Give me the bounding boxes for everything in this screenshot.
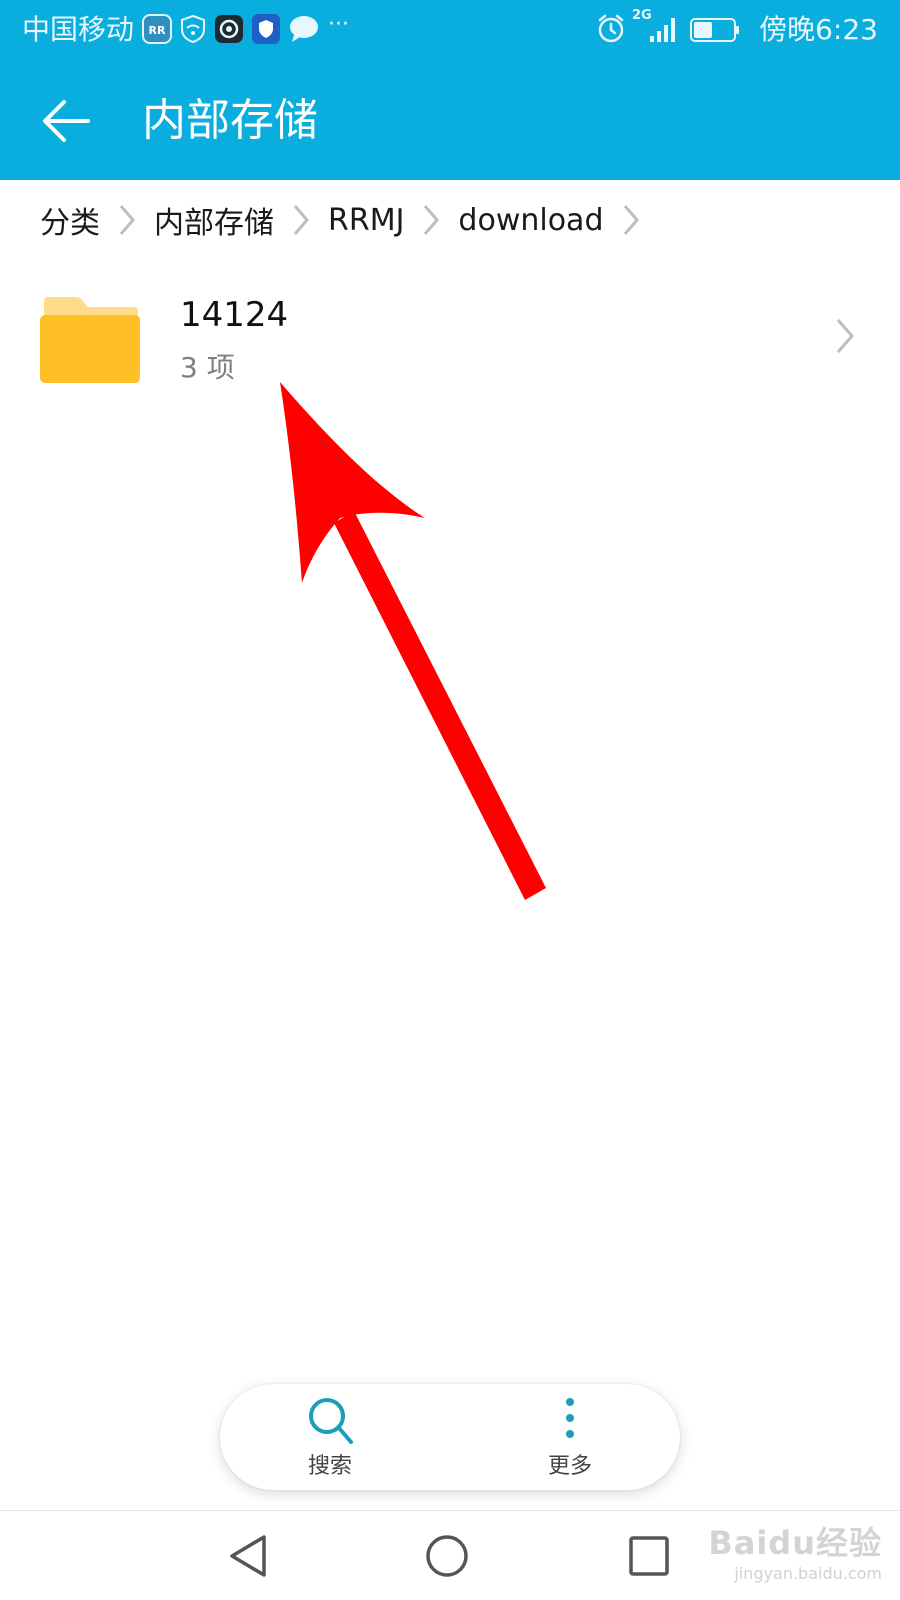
chat-bubble-icon xyxy=(288,14,320,48)
breadcrumb-item-rrmj[interactable]: RRMJ xyxy=(328,203,404,238)
watermark-logo: Baidu经验 xyxy=(708,1524,882,1562)
camera-app-icon xyxy=(214,14,244,48)
more-dots-icon: ··· xyxy=(328,12,349,37)
shield-icon xyxy=(252,14,280,48)
app-bar: 内部存储 xyxy=(0,62,900,180)
breadcrumb: 分类 内部存储 RRMJ download xyxy=(0,180,900,260)
breadcrumb-item-download[interactable]: download xyxy=(458,203,603,238)
signal-icon xyxy=(648,14,678,48)
search-icon xyxy=(303,1392,357,1448)
rr-app-icon: RR xyxy=(142,14,172,48)
wifi-shield-icon xyxy=(180,14,206,48)
breadcrumb-item-category[interactable]: 分类 xyxy=(40,198,100,242)
nav-home-icon[interactable] xyxy=(422,1531,472,1581)
chevron-right-icon xyxy=(278,200,324,240)
folder-item-count: 3 项 xyxy=(180,351,235,384)
status-bar: 中国移动 RR ··· 2G 傍晚6:23 xyxy=(0,0,900,62)
baidu-watermark: Baidu经验 jingyan.baidu.com xyxy=(708,1518,882,1583)
more-vertical-icon xyxy=(543,1392,597,1448)
page-title: 内部存储 xyxy=(142,95,318,146)
status-time: 傍晚6:23 xyxy=(759,13,878,46)
list-item[interactable]: 14124 3 项 xyxy=(0,270,900,400)
file-manager-screen: 中国移动 RR ··· 2G 傍晚6:23 内部存储 分类 内部存储 RRMJ … xyxy=(0,0,900,1600)
chevron-right-icon xyxy=(830,316,860,356)
chevron-right-icon xyxy=(104,200,150,240)
svg-text:RR: RR xyxy=(149,24,166,37)
watermark-url: jingyan.baidu.com xyxy=(734,1564,882,1583)
bottom-toolbar: 搜索 更多 xyxy=(220,1384,680,1490)
search-label: 搜索 xyxy=(307,1454,352,1479)
battery-icon xyxy=(690,18,740,46)
folder-icon xyxy=(40,297,140,383)
chevron-right-icon xyxy=(608,200,654,240)
carrier-label: 中国移动 xyxy=(22,13,135,46)
more-button[interactable]: 更多 xyxy=(510,1392,630,1484)
chevron-right-icon xyxy=(408,200,454,240)
nav-back-icon[interactable] xyxy=(224,1531,274,1581)
more-label: 更多 xyxy=(547,1454,592,1479)
alarm-icon xyxy=(596,14,626,48)
search-button[interactable]: 搜索 xyxy=(270,1392,390,1484)
breadcrumb-item-internal-storage[interactable]: 内部存储 xyxy=(154,198,274,242)
nav-recents-icon[interactable] xyxy=(624,1531,674,1581)
folder-name: 14124 xyxy=(180,295,289,335)
back-arrow-icon[interactable] xyxy=(38,92,96,150)
